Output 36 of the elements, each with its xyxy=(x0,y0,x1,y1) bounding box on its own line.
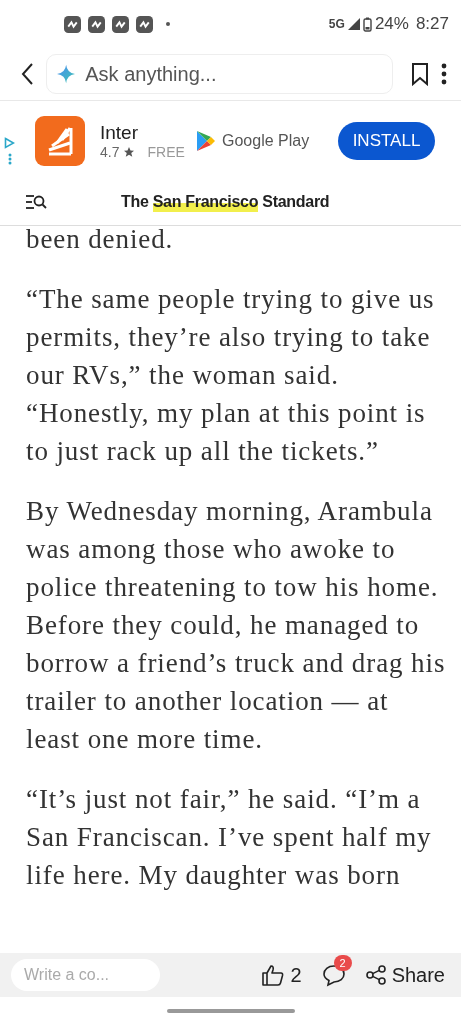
app-icon[interactable] xyxy=(35,116,85,166)
notification-icon xyxy=(112,15,129,33)
like-count: 2 xyxy=(290,963,302,987)
more-icon[interactable] xyxy=(441,62,447,86)
notification-icon xyxy=(64,15,81,33)
battery-level: 24% xyxy=(374,14,409,34)
install-button[interactable]: INSTALL xyxy=(338,122,435,160)
store-name: Google Play xyxy=(222,132,310,150)
thumbs-up-icon[interactable] xyxy=(260,964,285,986)
article-paragraph: “It’s just not fair,” he said. “I’m a San Franciscan. I’ve spent half my life here. My daughter was born xyxy=(26,783,433,892)
play-outline-icon[interactable] xyxy=(4,137,15,149)
network-label: 5G xyxy=(328,17,345,31)
share-icon xyxy=(365,965,386,985)
clock: 8:27 xyxy=(415,14,449,34)
price: FREE xyxy=(147,144,185,160)
sparkle-icon xyxy=(57,64,76,84)
article-paragraph: been denied. xyxy=(26,226,175,256)
app-name: Inter xyxy=(100,122,140,144)
menu-search-icon[interactable] xyxy=(25,194,47,210)
search-bar[interactable]: Ask anything... xyxy=(46,54,393,94)
article-paragraph: By Wednesday morning, Arambula was among those who awoke to police threatening to tow his home. Before they could, he managed to borrow a friend’s truck and drag his trailer to another location — at least one more time. xyxy=(26,495,446,756)
battery-icon xyxy=(362,16,372,32)
signal-icon xyxy=(347,18,360,30)
article-paragraph: “The same people trying to give us permits, they’re also trying to take our RVs,” the woman said. “Honestly, my plan at this point is to just rack up all the tickets.” xyxy=(26,283,436,468)
back-icon[interactable] xyxy=(20,62,34,86)
bookmark-icon[interactable] xyxy=(411,62,429,86)
comment-count-badge: 2 xyxy=(333,955,352,971)
share-button[interactable]: Share xyxy=(365,963,445,987)
star-icon xyxy=(123,146,136,158)
ask-field[interactable]: Ask anything... xyxy=(85,62,382,86)
rating: 4.7 xyxy=(100,144,120,160)
notification-icon xyxy=(136,15,153,33)
dot-icon xyxy=(166,22,170,26)
notification-icon xyxy=(88,15,105,33)
comment-field[interactable]: Write a co... xyxy=(11,959,160,991)
play-store-icon xyxy=(196,130,216,152)
